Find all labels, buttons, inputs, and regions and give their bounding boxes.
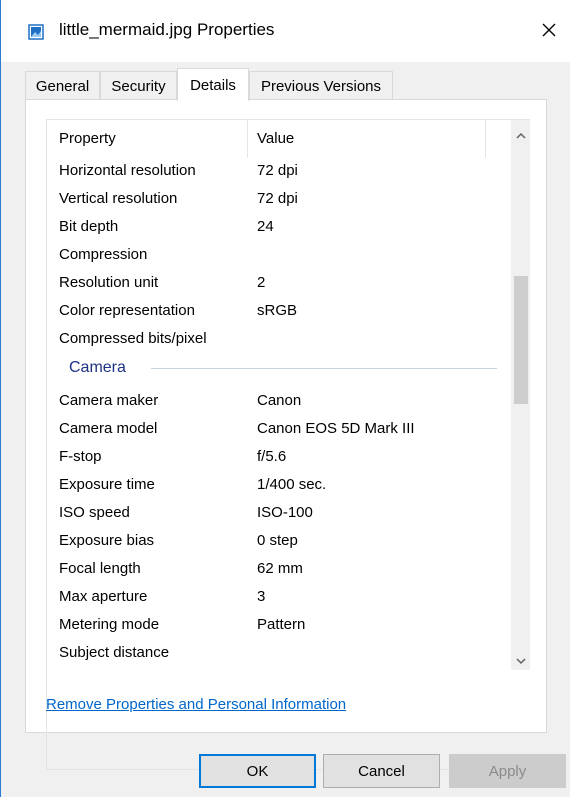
list-item[interactable]: Compression (47, 241, 511, 269)
list-item[interactable]: ISO speed ISO-100 (47, 499, 511, 527)
scroll-thumb[interactable] (514, 276, 528, 404)
property-value: 2 (257, 274, 266, 291)
property-name: Exposure bias (59, 532, 155, 549)
list-header: Property Value (47, 120, 511, 158)
list-item[interactable]: Metering mode Pattern (47, 611, 511, 639)
property-name: Horizontal resolution (59, 162, 196, 179)
property-name: Exposure time (59, 476, 155, 493)
header-value[interactable]: Value (257, 130, 294, 147)
property-value: f/5.6 (257, 448, 287, 465)
cancel-button[interactable]: Cancel (323, 754, 440, 788)
property-value: ISO-100 (257, 504, 313, 521)
properties-window: little_mermaid.jpg Properties General Se… (0, 0, 570, 797)
tab-general[interactable]: General (25, 71, 100, 100)
list-item[interactable]: Vertical resolution 72 dpi (47, 185, 511, 213)
tab-security[interactable]: Security (100, 71, 177, 100)
property-name: Color representation (59, 302, 195, 319)
property-value: 3 (257, 588, 266, 605)
property-name: ISO speed (59, 504, 130, 521)
property-value: 0 step (257, 532, 298, 549)
property-value: 24 (257, 218, 274, 235)
property-value: 72 dpi (257, 162, 298, 179)
title-bar: little_mermaid.jpg Properties (1, 0, 570, 62)
image-file-icon (28, 24, 44, 40)
list-item[interactable]: Bit depth 24 (47, 213, 511, 241)
property-name: Resolution unit (59, 274, 159, 291)
property-name: Camera maker (59, 392, 159, 409)
chevron-up-icon (516, 132, 526, 139)
chevron-down-icon (516, 657, 526, 664)
property-name: Metering mode (59, 616, 160, 633)
list-item[interactable]: Focal length 62 mm (47, 555, 511, 583)
property-name: Max aperture (59, 588, 148, 605)
list-item[interactable]: Horizontal resolution 72 dpi (47, 157, 511, 185)
details-panel: Property Value Horizontal resolution 72 … (25, 99, 547, 770)
property-value: sRGB (257, 302, 298, 319)
apply-button[interactable]: Apply (449, 754, 566, 788)
property-name: Camera model (59, 420, 158, 437)
list-item[interactable]: Exposure bias 0 step (47, 527, 511, 555)
column-divider[interactable] (247, 120, 248, 158)
window-title: little_mermaid.jpg Properties (59, 20, 275, 39)
list-item[interactable]: Color representation sRGB (47, 297, 511, 325)
list-item[interactable]: Compressed bits/pixel (47, 325, 511, 353)
group-header-camera: Camera (47, 355, 511, 383)
property-value: Canon EOS 5D Mark III (257, 420, 415, 437)
scroll-down-button[interactable] (511, 646, 530, 676)
header-property[interactable]: Property (59, 130, 116, 147)
vertical-scrollbar[interactable] (511, 120, 530, 670)
list-item[interactable]: Max aperture 3 (47, 583, 511, 611)
list-item[interactable]: Camera model Canon EOS 5D Mark III (47, 415, 511, 443)
tab-details[interactable]: Details (177, 68, 249, 101)
tab-previous-versions[interactable]: Previous Versions (249, 71, 393, 100)
property-value: Canon (257, 392, 302, 409)
property-value: Pattern (257, 616, 306, 633)
scroll-up-button[interactable] (511, 120, 530, 150)
property-name: F-stop (59, 448, 102, 465)
list-item[interactable]: Camera maker Canon (47, 387, 511, 415)
list-item[interactable]: Subject distance (47, 639, 511, 667)
list-item[interactable]: F-stop f/5.6 (47, 443, 511, 471)
property-value: 1/400 sec. (257, 476, 327, 493)
property-name: Bit depth (59, 218, 119, 235)
property-name: Vertical resolution (59, 190, 178, 207)
close-button[interactable] (529, 12, 569, 48)
property-value: 62 mm (257, 560, 303, 577)
column-divider[interactable] (485, 120, 486, 158)
close-icon (542, 23, 556, 37)
group-divider (151, 368, 497, 369)
property-value: 72 dpi (257, 190, 298, 207)
property-name: Subject distance (59, 644, 170, 661)
group-label: Camera (69, 359, 126, 376)
remove-properties-link[interactable]: Remove Properties and Personal Informati… (46, 696, 346, 713)
property-name: Focal length (59, 560, 141, 577)
list-item[interactable]: Resolution unit 2 (47, 269, 511, 297)
list-item[interactable]: Exposure time 1/400 sec. (47, 471, 511, 499)
property-name: Compressed bits/pixel (59, 330, 207, 347)
property-name: Compression (59, 246, 148, 263)
details-list: Property Value Horizontal resolution 72 … (46, 119, 530, 770)
ok-button[interactable]: OK (199, 754, 316, 788)
